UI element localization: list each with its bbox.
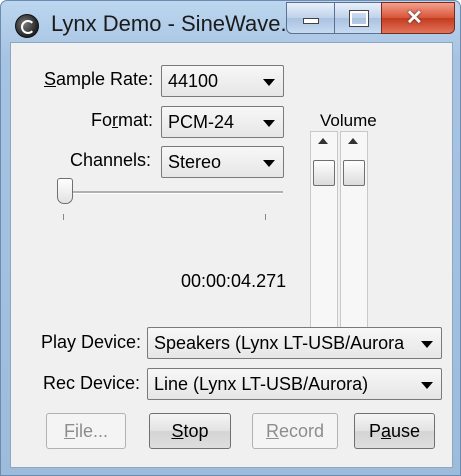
format-select[interactable]: PCM-24: [161, 106, 284, 138]
channels-select[interactable]: Stereo: [161, 146, 284, 178]
dialog-body: Sample Rate: 44100 Format: PCM-24 Channe…: [10, 42, 453, 468]
maximize-button[interactable]: [334, 2, 382, 34]
window-title: Lynx Demo - SineWave...: [51, 11, 299, 36]
stop-button[interactable]: Stop: [149, 413, 231, 449]
chevron-down-icon: [263, 120, 275, 127]
format-label: Format:: [91, 110, 154, 130]
pause-button[interactable]: Pause: [354, 413, 435, 449]
slider-tick: [63, 214, 64, 220]
chevron-down-icon: [263, 79, 275, 86]
slider-tick: [265, 214, 266, 220]
format-value: PCM-24: [168, 112, 235, 132]
maximize-icon: [349, 10, 369, 27]
sample-rate-label: Sample Rate:: [44, 69, 154, 89]
chevron-down-icon: [421, 382, 433, 389]
play-device-label: Play Device:: [41, 332, 142, 352]
file-button[interactable]: File...: [46, 413, 126, 449]
channels-label: Channels:: [70, 150, 152, 170]
rec-device-label: Rec Device:: [43, 373, 141, 393]
arrow-up-icon[interactable]: [348, 138, 358, 144]
arrow-up-icon[interactable]: [318, 138, 328, 144]
volume-right-thumb[interactable]: [343, 160, 365, 186]
volume-left-thumb[interactable]: [313, 160, 335, 186]
play-device-select[interactable]: Speakers (Lynx LT-USB/Aurora: [147, 327, 442, 359]
sample-rate-value: 44100: [168, 71, 219, 91]
chevron-down-icon: [421, 341, 433, 348]
position-slider-track[interactable]: [63, 191, 283, 194]
close-button[interactable]: ✕: [381, 2, 455, 34]
position-slider-thumb[interactable]: [57, 178, 73, 204]
minimize-icon: [303, 18, 319, 24]
volume-label: Volume: [320, 111, 377, 130]
app-icon[interactable]: [15, 14, 39, 38]
app-window: Lynx Demo - SineWave... ✕ Sample Rate: 4…: [0, 0, 461, 476]
title-bar[interactable]: Lynx Demo - SineWave... ✕: [1, 1, 460, 43]
rec-device-value: Line (Lynx LT-USB/Aurora): [154, 374, 369, 394]
sample-rate-select[interactable]: 44100: [161, 65, 284, 97]
rec-device-select[interactable]: Line (Lynx LT-USB/Aurora): [147, 368, 442, 400]
record-button[interactable]: Record: [252, 413, 338, 449]
close-icon: ✕: [406, 7, 423, 29]
chevron-down-icon: [263, 160, 275, 167]
volume-right-slider[interactable]: [340, 131, 368, 353]
volume-left-slider[interactable]: [310, 131, 338, 353]
channels-value: Stereo: [168, 152, 222, 172]
minimize-button[interactable]: [286, 2, 335, 34]
position-time: 00:00:04.271: [181, 271, 287, 291]
play-device-value: Speakers (Lynx LT-USB/Aurora: [154, 333, 405, 353]
